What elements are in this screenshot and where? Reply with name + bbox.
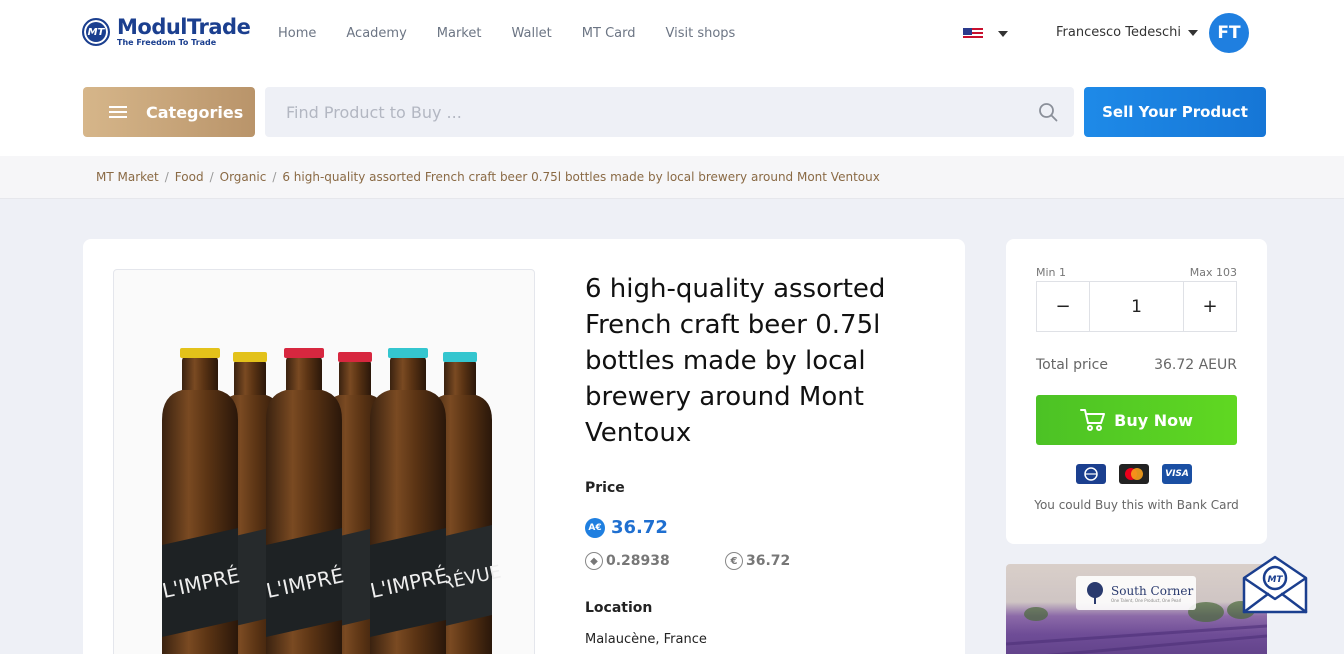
breadcrumb-separator: / <box>272 170 277 184</box>
sell-product-button[interactable]: Sell Your Product <box>1084 87 1266 137</box>
ethereum-icon: ◆ <box>585 552 603 570</box>
aeur-currency-icon: A€ <box>585 517 605 538</box>
price-label: Price <box>585 480 625 496</box>
logo-mark-icon: MT <box>82 18 110 46</box>
logo-tagline: The Freedom To Trade <box>117 38 217 47</box>
shop-name: South Corner <box>1111 583 1194 598</box>
breadcrumb-separator: / <box>164 170 169 184</box>
visa-icon: VISA <box>1162 464 1192 484</box>
tree-icon <box>1087 582 1103 604</box>
nav-market[interactable]: Market <box>437 26 482 41</box>
buy-now-button[interactable]: Buy Now <box>1036 395 1237 445</box>
nav-wallet[interactable]: Wallet <box>511 26 551 41</box>
eur-price: € 36.72 <box>725 552 790 570</box>
shop-tagline: One Talent, One Product, One Pearl <box>1111 597 1182 603</box>
nav-home[interactable]: Home <box>278 26 316 41</box>
beer-bottles-image: PRÉVUE L'IMPRÉ L'IMPRÉ L'IMPRÉ <box>160 348 503 654</box>
payment-cards: VISA <box>1076 464 1205 484</box>
breadcrumb-separator: / <box>209 170 214 184</box>
mail-icon[interactable]: MT <box>1240 554 1310 616</box>
menu-icon <box>109 106 127 118</box>
svg-text:MT: MT <box>1267 575 1283 585</box>
mastercard-icon <box>1119 464 1149 484</box>
categories-button[interactable]: Categories <box>83 87 255 137</box>
language-caret-icon[interactable] <box>998 31 1008 37</box>
increment-button[interactable]: + <box>1184 282 1236 331</box>
front-bottles: L'IMPRÉ L'IMPRÉ L'IMPRÉ <box>160 348 450 654</box>
categories-label: Categories <box>146 102 244 122</box>
logo[interactable]: MT ModulTrade The Freedom To Trade <box>82 15 251 47</box>
product-card: PRÉVUE L'IMPRÉ L'IMPRÉ L'IMPRÉ 6 high-qu… <box>83 239 965 654</box>
price-value: 36.72 <box>611 517 668 538</box>
search-icon[interactable] <box>1038 102 1058 122</box>
top-bar: MT ModulTrade The Freedom To Trade Home … <box>0 0 1344 156</box>
location-label: Location <box>585 600 653 616</box>
breadcrumb-market[interactable]: MT Market <box>96 170 159 184</box>
us-flag-icon[interactable] <box>963 28 983 40</box>
breadcrumb-organic[interactable]: Organic <box>220 170 267 184</box>
location-value: Malaucène, France <box>585 632 707 647</box>
cart-icon <box>1080 409 1106 431</box>
main-nav: Home Academy Market Wallet MT Card Visit… <box>278 26 765 41</box>
product-image[interactable]: PRÉVUE L'IMPRÉ L'IMPRÉ L'IMPRÉ <box>113 269 535 654</box>
user-name[interactable]: Francesco Tedeschi <box>1056 25 1181 40</box>
purchase-card: Min 1 Max 103 − 1 + Total price 36.72 AE… <box>1006 239 1267 544</box>
search-input[interactable] <box>265 87 1074 137</box>
nav-mt-card[interactable]: MT Card <box>582 26 636 41</box>
total-price-value: 36.72 AEUR <box>1154 357 1237 373</box>
breadcrumb-current: 6 high-quality assorted French craft bee… <box>282 170 880 184</box>
breadcrumb-food[interactable]: Food <box>175 170 204 184</box>
total-price-label: Total price <box>1036 357 1108 373</box>
quantity-input[interactable]: 1 <box>1089 282 1184 331</box>
logo-name: ModulTrade <box>117 15 251 39</box>
shop-logo: South Corner One Talent, One Product, On… <box>1076 576 1196 610</box>
bank-card-note: You could Buy this with Bank Card <box>1034 498 1239 512</box>
eur-price-value: 36.72 <box>746 553 791 569</box>
avatar[interactable]: FT <box>1209 13 1249 53</box>
breadcrumb: MT Market / Food / Organic / 6 high-qual… <box>0 156 1344 199</box>
nav-academy[interactable]: Academy <box>346 26 406 41</box>
back-bottles: PRÉVUE <box>218 352 503 654</box>
search-bar <box>265 87 1074 137</box>
product-title: 6 high-quality assorted French craft bee… <box>585 274 886 448</box>
mt-card-icon <box>1076 464 1106 484</box>
max-quantity-label: Max 103 <box>1189 266 1237 279</box>
quantity-stepper: − 1 + <box>1036 281 1237 332</box>
price-main: A€ 36.72 <box>585 517 668 538</box>
shop-banner[interactable]: South Corner One Talent, One Product, On… <box>1006 564 1267 654</box>
decrement-button[interactable]: − <box>1037 282 1089 331</box>
nav-visit-shops[interactable]: Visit shops <box>665 26 735 41</box>
buy-now-label: Buy Now <box>1114 410 1193 430</box>
user-menu-caret-icon[interactable] <box>1188 30 1198 36</box>
eth-price: ◆ 0.28938 <box>585 552 670 570</box>
eth-price-value: 0.28938 <box>606 553 670 569</box>
min-quantity-label: Min 1 <box>1036 266 1067 279</box>
euro-icon: € <box>725 552 743 570</box>
